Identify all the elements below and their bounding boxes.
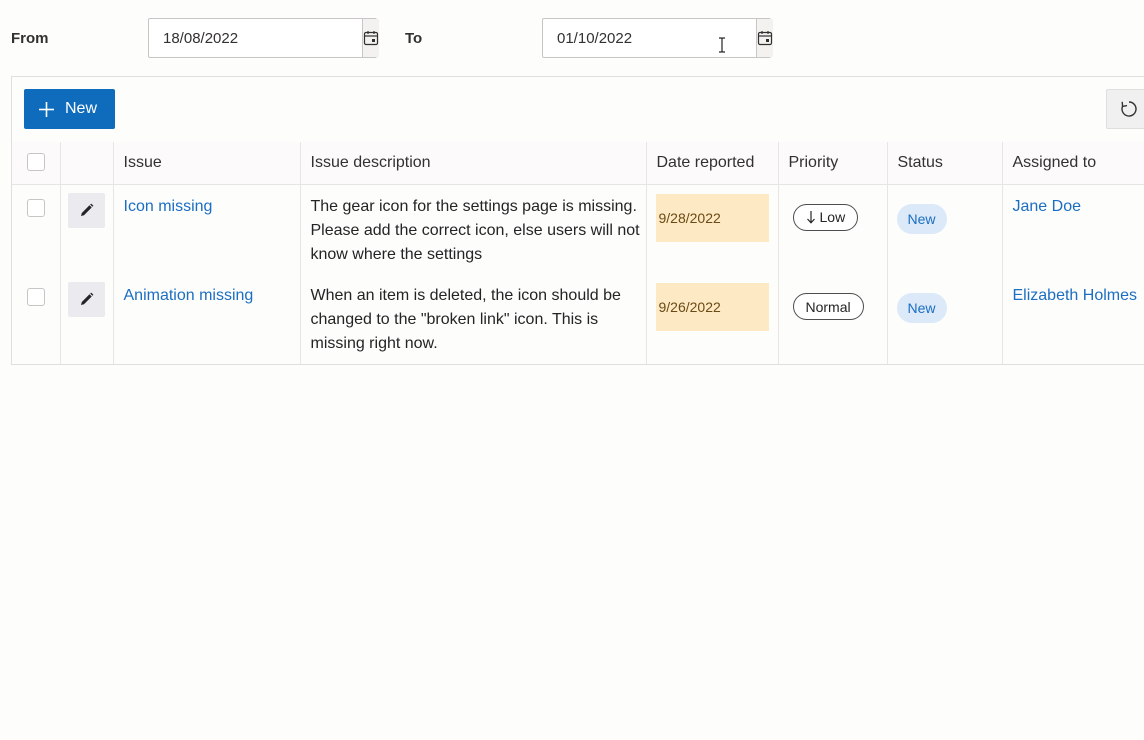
- arrow-down-icon: [806, 211, 815, 224]
- status-cell: New: [887, 184, 1003, 274]
- issue-cell: Icon missing: [113, 184, 301, 274]
- priority-badge: Normal: [792, 293, 864, 320]
- issue-description: When an item is deleted, the icon should…: [310, 287, 621, 352]
- edit-button[interactable]: [67, 282, 105, 317]
- column-header-date-reported[interactable]: Date reported: [646, 142, 779, 185]
- table-row: Animation missing When an item is delete…: [12, 274, 1144, 364]
- date-range-filter: From To: [0, 0, 1144, 76]
- description-cell: When an item is deleted, the icon should…: [300, 274, 647, 364]
- assignee-link[interactable]: Elizabeth Holmes: [1013, 287, 1138, 304]
- header-select-cell: [12, 142, 61, 185]
- to-date-picker[interactable]: [542, 18, 773, 58]
- select-all-checkbox[interactable]: [26, 153, 45, 172]
- column-header-assigned-to[interactable]: Assigned to: [1002, 142, 1144, 185]
- status-cell: New: [887, 274, 1003, 364]
- priority-cell: Low: [778, 184, 888, 274]
- status-badge: New: [896, 293, 947, 323]
- row-checkbox[interactable]: [26, 198, 45, 217]
- issue-description: The gear icon for the settings page is m…: [310, 197, 640, 263]
- new-button-label: New: [65, 100, 98, 117]
- row-edit-cell: [60, 184, 114, 274]
- issue-cell: Animation missing: [113, 274, 301, 364]
- issue-link[interactable]: Animation missing: [124, 287, 254, 304]
- column-header-priority[interactable]: Priority: [778, 142, 888, 185]
- new-button[interactable]: New: [24, 89, 115, 129]
- plus-icon: [39, 101, 54, 117]
- row-edit-cell: [60, 274, 114, 364]
- calendar-icon[interactable]: [362, 19, 379, 57]
- edit-button[interactable]: [67, 192, 105, 228]
- table-row: Icon missing The gear icon for the setti…: [12, 184, 1144, 274]
- column-header-issue[interactable]: Issue: [113, 142, 301, 185]
- assignee-link[interactable]: Jane Doe: [1013, 198, 1082, 215]
- status-badge: New: [896, 203, 947, 234]
- from-date-input[interactable]: [149, 19, 362, 57]
- date-reported-value: 9/26/2022: [655, 283, 769, 331]
- date-reported-cell: 9/28/2022: [646, 184, 779, 274]
- refresh-icon: [1121, 101, 1137, 117]
- table-header-row: Issue Issue description Date reported Pr…: [12, 142, 1144, 185]
- column-header-issue-description[interactable]: Issue description: [300, 142, 647, 185]
- assigned-to-cell: Elizabeth Holmes: [1002, 274, 1144, 364]
- pencil-icon: [80, 292, 93, 305]
- to-label: To: [405, 30, 423, 47]
- priority-badge: Low: [792, 203, 859, 231]
- row-select-cell: [12, 274, 61, 364]
- text-cursor-icon: [719, 37, 725, 53]
- assigned-to-cell: Jane Doe: [1002, 184, 1144, 274]
- issues-table: Issue Issue description Date reported Pr…: [12, 142, 1144, 364]
- header-edit-cell: [60, 142, 114, 185]
- row-checkbox[interactable]: [26, 288, 45, 306]
- priority-label: Low: [819, 209, 846, 225]
- issues-grid-panel: New Issue Issue description Date reporte…: [11, 76, 1144, 365]
- description-cell: The gear icon for the settings page is m…: [300, 184, 647, 274]
- priority-cell: Normal: [778, 274, 888, 364]
- date-reported-cell: 9/26/2022: [646, 274, 779, 364]
- column-header-status[interactable]: Status: [887, 142, 1003, 185]
- refresh-button[interactable]: [1106, 89, 1144, 129]
- issue-link[interactable]: Icon missing: [124, 198, 213, 215]
- calendar-icon[interactable]: [756, 19, 773, 57]
- pencil-icon: [80, 203, 93, 216]
- priority-label: Normal: [805, 298, 851, 315]
- date-reported-value: 9/28/2022: [655, 193, 769, 242]
- row-select-cell: [12, 184, 61, 274]
- from-date-picker[interactable]: [148, 18, 379, 58]
- from-label: From: [11, 30, 49, 47]
